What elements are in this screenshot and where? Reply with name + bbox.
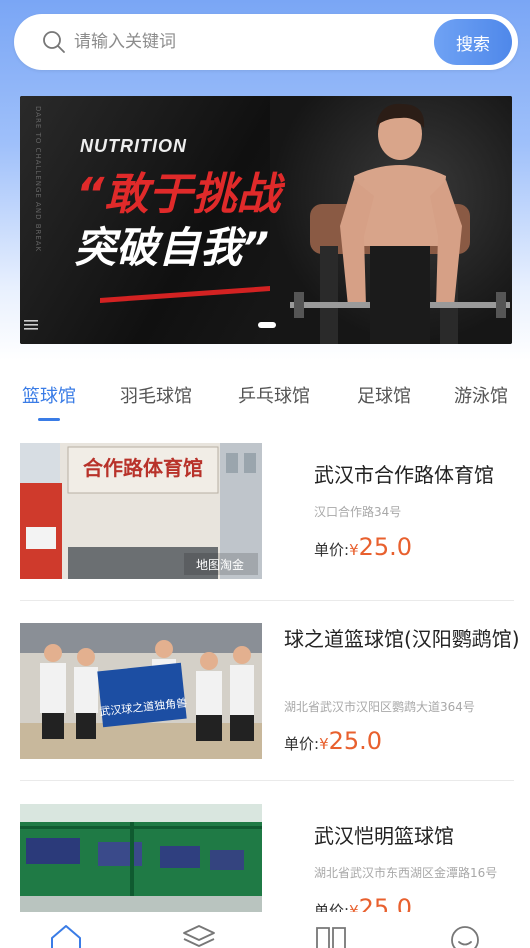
tab-badminton[interactable]: 羽毛球馆 — [120, 382, 192, 408]
venue-name: 球之道篮球馆(汉阳鹦鹉馆) — [284, 627, 520, 651]
venue-item[interactable]: 合作路体育馆 地图淘金 武汉市合作路体育馆 汉口合作路34号 单价:¥25.0 — [0, 443, 530, 583]
promo-banner[interactable]: DARE TO CHALLENGE AND BREAK NUTRITION “敢… — [20, 96, 512, 344]
banner-quote-line1: “敢于挑战 — [76, 169, 281, 220]
active-tab-indicator — [38, 418, 60, 421]
venue-price: 单价:¥25.0 — [314, 533, 413, 561]
venue-address: 湖北省武汉市东西湖区金潭路16号 — [314, 866, 498, 880]
venue-image: 合作路体育馆 地图淘金 — [20, 443, 262, 579]
divider — [20, 780, 514, 781]
search-input[interactable] — [74, 26, 434, 58]
search-icon — [43, 31, 65, 53]
layers-icon[interactable] — [182, 922, 216, 948]
banner-side-text: DARE TO CHALLENGE AND BREAK — [34, 106, 42, 253]
profile-icon[interactable] — [448, 922, 482, 948]
search-button[interactable]: 搜索 — [434, 19, 512, 65]
carousel-indicator[interactable] — [258, 322, 276, 328]
svg-text:地图淘金: 地图淘金 — [196, 557, 244, 572]
athlete-image — [290, 103, 510, 344]
home-icon[interactable] — [49, 922, 83, 948]
venue-name: 武汉市合作路体育馆 — [314, 463, 494, 487]
tab-basketball[interactable]: 篮球馆 — [22, 382, 76, 408]
tab-table-tennis[interactable]: 乒乓球馆 — [238, 382, 310, 408]
book-icon[interactable] — [314, 922, 348, 948]
category-tabs: 篮球馆 羽毛球馆 乒乓球馆 足球馆 游泳馆 — [0, 370, 530, 421]
divider — [20, 600, 514, 601]
tab-football[interactable]: 足球馆 — [357, 382, 411, 408]
venue-image — [20, 804, 262, 912]
venue-image: 武汉球之道独角兽 — [20, 623, 262, 759]
venue-name: 武汉恺明篮球馆 — [314, 824, 454, 848]
bottom-nav — [0, 912, 530, 948]
tab-swimming[interactable]: 游泳馆 — [454, 382, 508, 408]
menu-icon — [24, 320, 38, 330]
venue-address: 汉口合作路34号 — [314, 505, 402, 519]
svg-text:合作路体育馆: 合作路体育馆 — [83, 456, 203, 480]
venue-address: 湖北省武汉市汉阳区鹦鹉大道364号 — [284, 700, 475, 714]
venue-price: 单价:¥25.0 — [284, 727, 383, 755]
banner-quote-line2: 突破自我” — [74, 223, 270, 272]
banner-english-title: NUTRITION — [80, 136, 187, 156]
search-bar: 搜索 — [14, 14, 518, 70]
venue-item[interactable]: 武汉恺明篮球馆 湖北省武汉市东西湖区金潭路16号 单价:¥25.0 — [0, 804, 530, 922]
venue-item[interactable]: 武汉球之道独角兽 球之道篮球馆(汉阳鹦鹉馆) 湖北省武汉市汉阳区鹦鹉大道364号… — [0, 623, 530, 763]
